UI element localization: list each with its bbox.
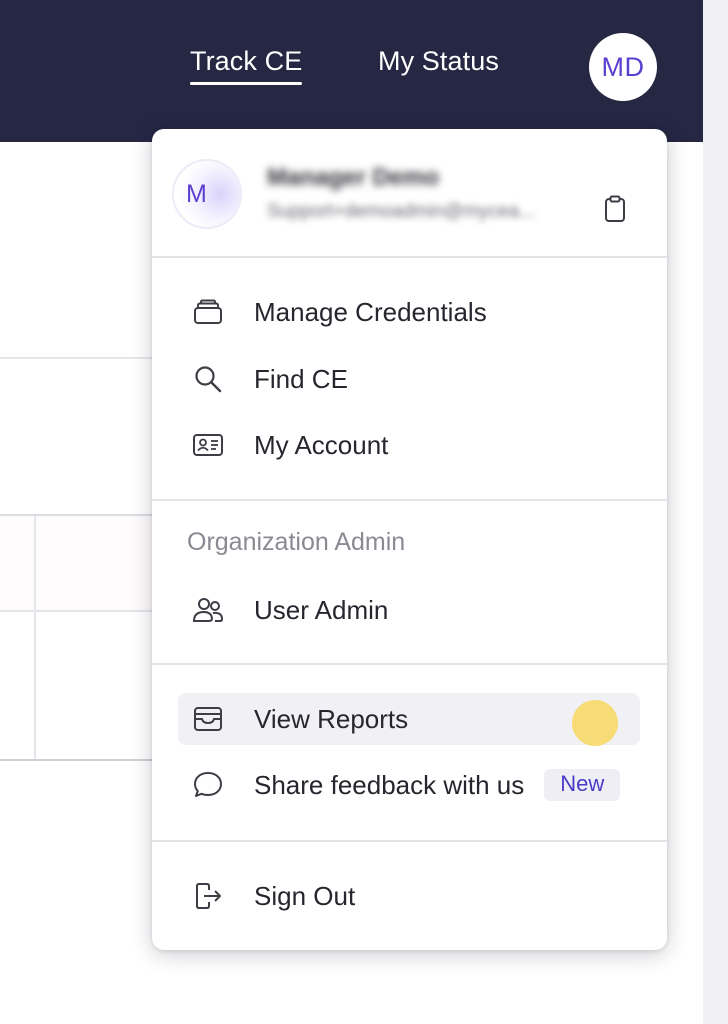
chat-bubble-icon [190, 767, 226, 803]
menu-item-label: Sign Out [254, 880, 356, 911]
section-title-organization-admin: Organization Admin [187, 528, 406, 556]
clipboard-icon[interactable] [602, 195, 628, 223]
sign-out-icon [190, 878, 226, 914]
profile-avatar-initials: M [186, 179, 207, 208]
menu-divider [152, 663, 667, 665]
profile-name: Manager Demo [267, 164, 440, 191]
menu-item-share-feedback[interactable]: Share feedback with us New [178, 759, 640, 811]
menu-divider [152, 499, 667, 501]
background-table-column-line [34, 516, 36, 759]
background-table [0, 514, 160, 761]
menu-divider [152, 840, 667, 842]
avatar-initials: MD [601, 51, 645, 82]
menu-item-manage-credentials[interactable]: Manage Credentials [178, 286, 640, 338]
menu-item-label: User Admin [254, 594, 389, 625]
reports-tray-icon [190, 701, 226, 737]
menu-item-label: My Account [254, 429, 389, 460]
page-scrollbar-gutter [703, 0, 728, 1024]
new-badge: New [544, 769, 621, 801]
nav-my-status-link[interactable]: My Status [378, 46, 499, 77]
background-table-header-row [0, 516, 160, 612]
menu-item-view-reports[interactable]: View Reports [178, 693, 640, 745]
menu-divider [152, 256, 667, 258]
nav-track-ce-label: Track CE [190, 46, 303, 76]
id-card-icon [190, 427, 226, 463]
nav-my-status-label: My Status [378, 46, 499, 76]
credentials-stack-icon [190, 294, 226, 330]
menu-item-label: View Reports [254, 703, 409, 734]
top-nav-bar: Track CE My Status MD [0, 0, 703, 142]
menu-item-find-ce[interactable]: Find CE [178, 353, 640, 405]
background-divider [0, 357, 160, 359]
active-tab-underline [190, 82, 303, 85]
users-icon [190, 592, 226, 628]
menu-item-label: Find CE [254, 363, 348, 394]
user-avatar-button[interactable]: MD [589, 33, 657, 101]
menu-item-label: Share feedback with us [254, 769, 525, 800]
search-icon [190, 361, 226, 397]
profile-email: Support+demoadmin@mycea... [267, 201, 536, 222]
cursor-highlight [572, 700, 618, 746]
profile-avatar: M [172, 159, 242, 229]
menu-item-sign-out[interactable]: Sign Out [178, 870, 640, 922]
menu-item-my-account[interactable]: My Account [178, 419, 640, 471]
menu-item-label: Manage Credentials [254, 296, 487, 327]
nav-track-ce-link[interactable]: Track CE [190, 46, 303, 85]
menu-item-user-admin[interactable]: User Admin [178, 584, 640, 636]
account-dropdown-menu: M Manager Demo Support+demoadmin@mycea..… [152, 129, 667, 950]
